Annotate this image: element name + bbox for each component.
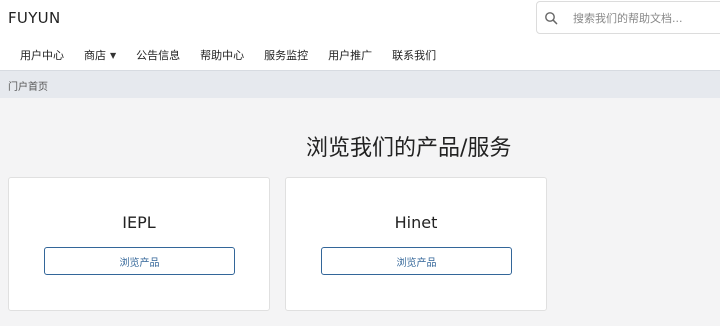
caret-down-icon: ▼ [110,50,117,60]
nav-item-user-center[interactable]: 用户中心 [10,46,74,64]
nav-item-label: 用户推广 [328,49,373,62]
nav-item-affiliate[interactable]: 用户推广 [318,46,382,64]
search-input[interactable] [565,5,720,31]
search-box[interactable] [536,1,720,34]
nav-item-label: 联系我们 [392,49,437,62]
search-icon [545,12,558,25]
nav-item-announcements[interactable]: 公告信息 [126,46,190,64]
nav-item-label: 帮助中心 [200,49,245,62]
breadcrumb-bar: 门户首页 [0,70,720,98]
nav-item-label: 公告信息 [136,49,181,62]
page-title: 浏览我们的产品/服务 [306,136,512,161]
breadcrumb[interactable]: 门户首页 [8,78,48,93]
nav-item-service-monitor[interactable]: 服务监控 [254,46,318,64]
nav-item-store[interactable]: 商店 ▼ [74,46,126,64]
nav-item-label: 服务监控 [264,49,309,62]
site-header: FUYUN 用户中心 商店 ▼ 公告信息 帮助中心 服务监控 用户推广 联系我们 [0,0,720,70]
nav-item-contact[interactable]: 联系我们 [382,46,446,64]
main-nav: 用户中心 商店 ▼ 公告信息 帮助中心 服务监控 用户推广 联系我们 [10,46,446,64]
brand-logo[interactable]: FUYUN [8,9,60,27]
browse-products-button[interactable]: 浏览产品 [321,247,512,275]
nav-item-label: 用户中心 [20,49,64,62]
product-card: IEPL 浏览产品 [8,177,270,311]
product-name: IEPL [122,213,156,232]
nav-item-help-center[interactable]: 帮助中心 [190,46,254,64]
nav-item-label: 商店 [84,49,106,62]
browse-products-button[interactable]: 浏览产品 [44,247,235,275]
product-name: Hinet [394,213,438,232]
product-card: Hinet 浏览产品 [285,177,547,311]
